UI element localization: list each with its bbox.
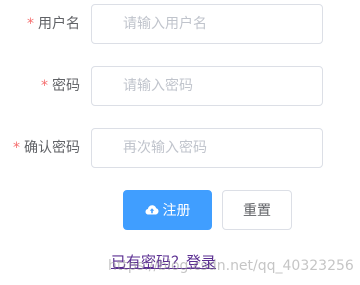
reset-button[interactable]: 重置	[222, 190, 292, 230]
username-label: * 用户名	[27, 3, 80, 45]
required-mark: *	[27, 16, 34, 32]
password-input[interactable]	[91, 66, 323, 106]
username-label-text: 用户名	[38, 16, 80, 32]
upload-cloud-icon	[145, 204, 159, 216]
password-form-item: * 密码	[0, 65, 360, 107]
confirm-password-label-text: 确认密码	[24, 140, 80, 156]
confirm-password-label: * 确认密码	[13, 127, 80, 169]
username-form-item: * 用户名	[0, 3, 360, 45]
confirm-password-form-item: * 确认密码	[0, 127, 360, 169]
login-link[interactable]: 已有密码？登录	[111, 252, 216, 272]
password-label-text: 密码	[52, 78, 80, 94]
reset-button-label: 重置	[243, 203, 271, 219]
password-label: * 密码	[41, 65, 80, 107]
register-button[interactable]: 注册	[123, 190, 212, 230]
required-mark: *	[13, 140, 20, 156]
required-mark: *	[41, 78, 48, 94]
confirm-password-input[interactable]	[91, 128, 323, 168]
register-button-label: 注册	[162, 203, 191, 219]
username-input[interactable]	[91, 4, 323, 44]
register-form: *用户名 *密码 *确认密码 注册 重置 已有密码？登录 https://blo…	[0, 0, 360, 285]
